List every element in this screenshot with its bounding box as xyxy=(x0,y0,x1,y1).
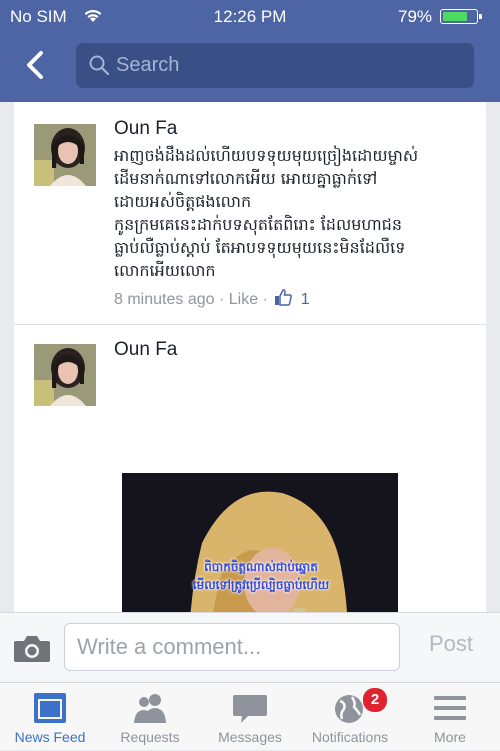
comment-bar: Post xyxy=(0,612,500,682)
back-button[interactable] xyxy=(18,47,54,83)
search-icon xyxy=(89,55,110,76)
tab-requests[interactable]: Requests xyxy=(100,683,200,751)
post-photo[interactable]: ពិបាកចិត្តណាស់ជាប់ឆ្នោត មើលទៅត្រូវប្រើល្… xyxy=(122,473,398,612)
like-button[interactable]: Like xyxy=(229,291,258,308)
separator-dot: · xyxy=(262,291,273,308)
search-input[interactable] xyxy=(116,43,456,88)
tab-label: More xyxy=(434,729,466,745)
tab-news-feed[interactable]: News Feed xyxy=(0,683,100,751)
avatar[interactable] xyxy=(34,124,96,186)
post-text-line: ដោយអស់ចិត្តផងលោក xyxy=(114,192,252,211)
friends-icon xyxy=(134,694,166,723)
battery-fill xyxy=(443,12,467,21)
battery-icon xyxy=(440,9,482,24)
post-text: អាញចង់ដឹងដល់ហើយបទទុយមុយច្រៀងដោយម្ចាស់ ដើ… xyxy=(114,144,476,282)
photo-caption-line: មើលទៅត្រូវប្រើល្បិចធ្លាប់ហើយ xyxy=(192,578,330,592)
post-text-line: កូនក្រមគេនេះដាក់បទសុតតែពិរោះ ដែលមហាជន xyxy=(114,215,402,234)
tab-label: News Feed xyxy=(14,729,86,745)
tab-label: Messages xyxy=(218,729,282,745)
avatar[interactable] xyxy=(34,344,96,406)
news-feed: Oun Fa អាញចង់ដឹងដល់ហើយបទទុយមុយច្រៀងដោយម្… xyxy=(14,102,486,612)
battery-percent: 79% xyxy=(398,7,433,26)
tab-notifications[interactable]: 2 Notifications xyxy=(300,683,400,751)
feed-post: Oun Fa ពិបាកចិត្តណាស់ជាប់ឆ្នោត មើលទៅត្រូ… xyxy=(14,325,486,612)
hamburger-icon xyxy=(434,696,466,720)
post-button[interactable]: Post xyxy=(412,631,490,657)
post-meta: 8 minutes ago · Like · 1 xyxy=(114,288,310,311)
tab-label: Requests xyxy=(120,729,180,745)
battery-nub xyxy=(479,14,482,19)
comment-field[interactable] xyxy=(64,623,400,671)
chat-bubble-icon xyxy=(233,695,267,723)
notification-badge: 2 xyxy=(362,687,388,713)
post-text-line: លោកអើយលោក xyxy=(114,261,216,280)
tab-messages[interactable]: Messages xyxy=(200,683,300,751)
post-text-line: ធ្លាប់លឺធ្លាប់ស្ដាប់ តែអាបទទុយមុយនេះមិនដ… xyxy=(114,238,406,257)
post-author[interactable]: Oun Fa xyxy=(114,339,177,361)
tab-bar: News Feed Requests Messages 2 Notificati… xyxy=(0,682,500,750)
thumbs-up-icon xyxy=(274,288,293,311)
camera-icon[interactable] xyxy=(12,633,52,668)
news-feed-icon xyxy=(34,693,66,723)
chevron-left-icon xyxy=(27,51,43,79)
photo-caption-line: ពិបាកចិត្តណាស់ជាប់ឆ្នោត xyxy=(204,560,318,574)
tab-label: Notifications xyxy=(311,729,389,745)
search-box[interactable] xyxy=(76,43,474,88)
comment-input[interactable] xyxy=(77,624,387,670)
photo-caption: ពិបាកចិត្តណាស់ជាប់ឆ្នោត មើលទៅត្រូវប្រើល្… xyxy=(136,558,386,594)
feed-post: Oun Fa អាញចង់ដឹងដល់ហើយបទទុយមុយច្រៀងដោយម្… xyxy=(14,102,486,325)
tab-more[interactable]: More xyxy=(400,683,500,751)
top-bar: No SIM 12:26 PM 79% xyxy=(0,0,500,102)
separator-dot: · xyxy=(218,291,229,308)
post-author[interactable]: Oun Fa xyxy=(114,118,177,140)
post-text-line: ដើមនាក់ណាទៅលោកអើយ អោយគ្នាធ្លាក់ទៅ xyxy=(114,169,378,188)
like-count[interactable]: 1 xyxy=(301,291,310,308)
post-timestamp: 8 minutes ago xyxy=(114,291,215,308)
post-text-line: អាញចង់ដឹងដល់ហើយបទទុយមុយច្រៀងដោយម្ចាស់ xyxy=(114,146,419,165)
status-bar: No SIM 12:26 PM 79% xyxy=(0,0,500,34)
